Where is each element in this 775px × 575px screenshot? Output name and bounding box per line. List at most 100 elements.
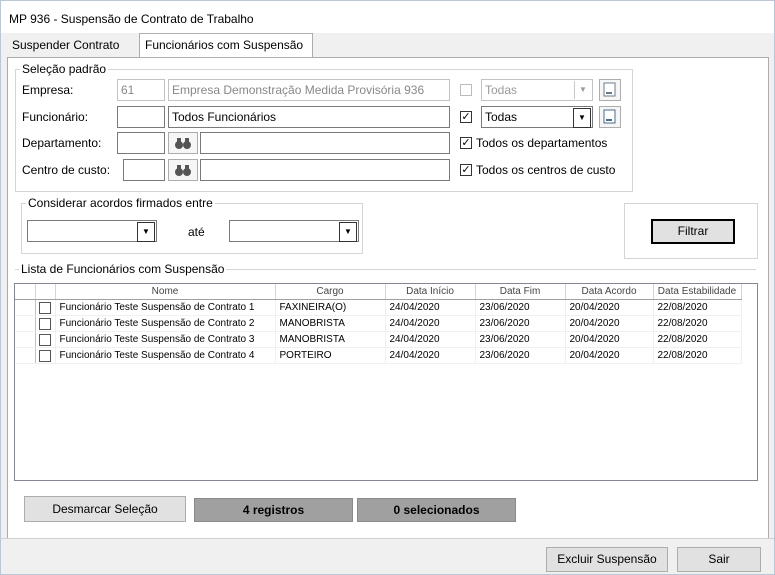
desmarcar-selecao-button[interactable]: Desmarcar Seleção [24,496,186,522]
lookup-icon [603,82,616,97]
centro-custo-label: Centro de custo: [22,163,111,177]
binoculars-icon [175,165,191,176]
cell-data-acordo: 20/04/2020 [565,347,654,364]
row-selector[interactable] [15,331,36,348]
tab-suspender-contrato[interactable]: Suspender Contrato [7,35,131,57]
filtrar-button[interactable]: Filtrar [651,219,735,244]
chevron-down-icon: ▼ [573,108,591,128]
grid-header-data-inicio[interactable]: Data Início [385,284,476,300]
empresa-all-select[interactable]: Todas ▼ [481,79,593,101]
cell-data-inicio: 24/04/2020 [385,299,476,316]
acordos-legend: Considerar acordos firmados entre [28,196,213,210]
title-bar: MP 936 - Suspensão de Contrato de Trabal… [1,1,774,33]
cell-cargo: MANOBRISTA [275,315,386,332]
acordos-ate-label: até [188,225,205,239]
empresa-all-checkbox[interactable] [460,84,472,96]
funcionario-lookup-button[interactable] [599,106,621,128]
grid-header-row: Nome Cargo Data Início Data Fim Data Aco… [15,284,742,300]
funcionario-all-select-value: Todas [485,110,518,124]
cell-data-inicio: 24/04/2020 [385,315,476,332]
lista-legend: Lista de Funcionários com Suspensão [21,262,225,276]
funcionario-name-field[interactable]: Todos Funcionários [168,106,450,128]
row-checkbox[interactable] [39,301,51,314]
funcionario-code-field[interactable] [117,106,165,128]
cell-cargo: PORTEIRO [275,347,386,364]
grid-header-data-acordo[interactable]: Data Acordo [565,284,654,300]
cell-cargo: MANOBRISTA [275,331,386,348]
row-checkbox-cell[interactable] [35,315,56,332]
cell-cargo: FAXINEIRA(O) [275,299,386,316]
table-row[interactable]: Funcionário Teste Suspensão de Contrato … [15,347,742,364]
chevron-down-icon: ▼ [339,222,357,242]
departamento-search-button[interactable] [168,132,198,154]
centro-custo-name-field[interactable] [200,159,450,181]
departamento-code-field[interactable] [117,132,165,154]
grid-header-cargo[interactable]: Cargo [275,284,386,300]
centro-custo-all-label: Todos os centros de custo [476,163,616,177]
table-row[interactable]: Funcionário Teste Suspensão de Contrato … [15,315,742,332]
empresa-label: Empresa: [22,83,74,97]
grid-header-nome[interactable]: Nome [55,284,276,300]
row-checkbox-cell[interactable] [35,347,56,364]
lookup-icon [603,109,616,124]
empresa-all-select-value: Todas [485,83,518,97]
chevron-down-icon: ▼ [137,222,155,242]
row-selector[interactable] [15,299,36,316]
departamento-all-label: Todos os departamentos [476,136,608,150]
empresa-code-field[interactable]: 61 [117,79,165,101]
cell-data-acordo: 20/04/2020 [565,315,654,332]
row-checkbox[interactable] [39,317,51,330]
row-selector[interactable] [15,315,36,332]
funcionario-label: Funcionário: [22,110,89,124]
grid-header-data-fim[interactable]: Data Fim [475,284,566,300]
row-checkbox[interactable] [39,349,51,362]
cell-nome: Funcionário Teste Suspensão de Contrato … [55,331,276,348]
grid-header-rowselector [15,284,36,300]
cell-data-estabilidade: 22/08/2020 [653,299,742,316]
cell-data-acordo: 20/04/2020 [565,331,654,348]
funcionarios-grid: Nome Cargo Data Início Data Fim Data Aco… [14,283,758,481]
window-title: MP 936 - Suspensão de Contrato de Trabal… [9,12,254,26]
binoculars-icon [175,138,191,149]
row-checkbox[interactable] [39,333,51,346]
departamento-label: Departamento: [22,136,102,150]
cell-nome: Funcionário Teste Suspensão de Contrato … [55,299,276,316]
row-checkbox-cell[interactable] [35,299,56,316]
cell-data-fim: 23/06/2020 [475,347,566,364]
grid-header-data-estabilidade[interactable]: Data Estabilidade [653,284,742,300]
cell-data-estabilidade: 22/08/2020 [653,315,742,332]
empresa-name-field[interactable]: Empresa Demonstração Medida Provisória 9… [168,79,450,101]
funcionario-all-checkbox[interactable]: ✓ [460,111,472,123]
departamento-name-field[interactable] [200,132,450,154]
empresa-lookup-button[interactable] [599,79,621,101]
funcionarios-table: Nome Cargo Data Início Data Fim Data Aco… [15,284,742,364]
cell-data-fim: 23/06/2020 [475,331,566,348]
tab-strip: Suspender Contrato Funcionários com Susp… [1,33,774,58]
tab-funcionarios-com-suspensao[interactable]: Funcionários com Suspensão [139,33,313,58]
centro-custo-all-checkbox[interactable]: ✓ [460,164,472,176]
main-window: MP 936 - Suspensão de Contrato de Trabal… [0,0,775,575]
chevron-down-icon: ▼ [574,81,591,99]
table-row[interactable]: Funcionário Teste Suspensão de Contrato … [15,299,742,316]
departamento-all-checkbox[interactable]: ✓ [460,137,472,149]
selecao-padrao-legend: Seleção padrão [22,62,107,76]
acordos-from-select[interactable]: ▼ [27,220,157,242]
row-selector[interactable] [15,347,36,364]
sair-button[interactable]: Sair [677,547,761,572]
centro-custo-search-button[interactable] [168,159,198,181]
cell-data-fim: 23/06/2020 [475,315,566,332]
selecionados-count: 0 selecionados [357,498,516,522]
centro-custo-code-field[interactable] [123,159,165,181]
cell-data-inicio: 24/04/2020 [385,347,476,364]
cell-data-inicio: 24/04/2020 [385,331,476,348]
excluir-suspensao-button[interactable]: Excluir Suspensão [546,547,668,572]
cell-data-estabilidade: 22/08/2020 [653,347,742,364]
table-row[interactable]: Funcionário Teste Suspensão de Contrato … [15,331,742,348]
cell-data-acordo: 20/04/2020 [565,299,654,316]
cell-nome: Funcionário Teste Suspensão de Contrato … [55,315,276,332]
registros-count: 4 registros [194,498,353,522]
funcionario-all-select[interactable]: Todas ▼ [481,106,593,128]
row-checkbox-cell[interactable] [35,331,56,348]
acordos-to-select[interactable]: ▼ [229,220,359,242]
cell-data-fim: 23/06/2020 [475,299,566,316]
